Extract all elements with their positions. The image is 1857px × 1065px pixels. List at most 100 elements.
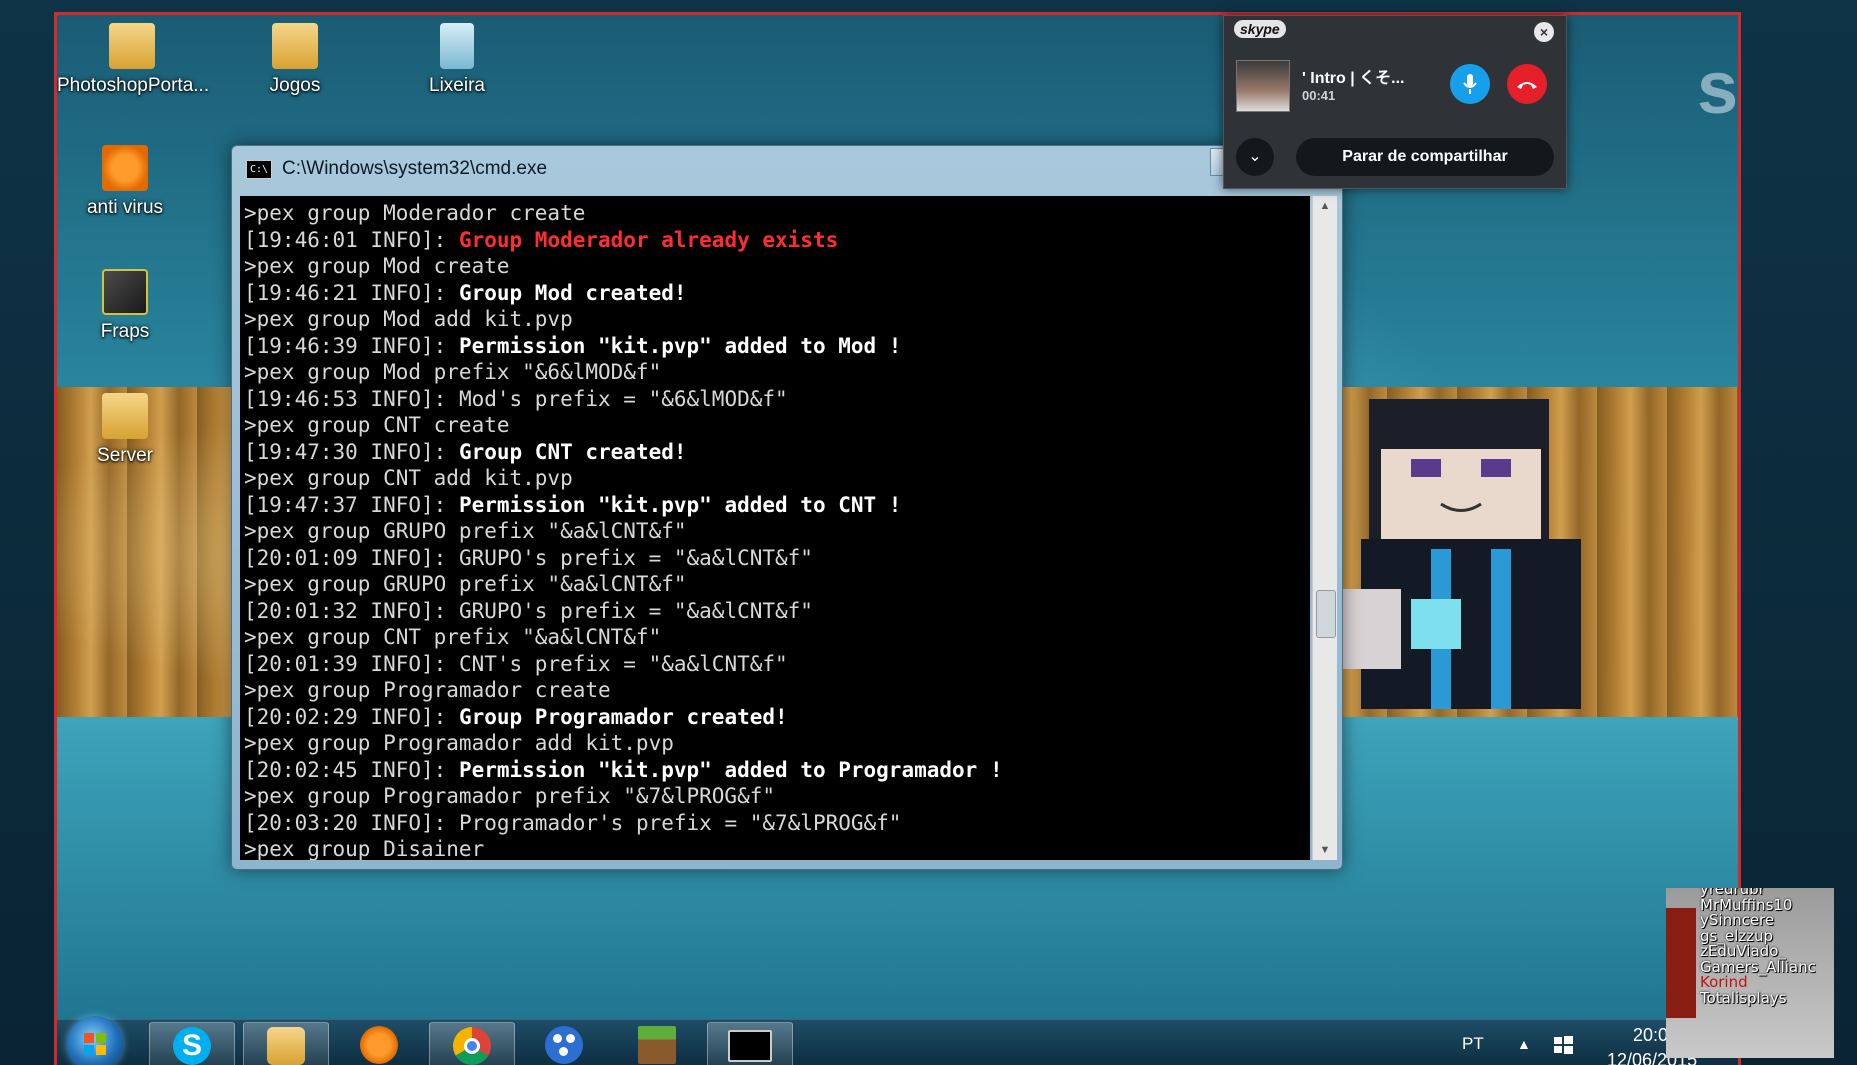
taskbar-avast[interactable] (337, 1022, 421, 1065)
console-line: [19:46:53 INFO]: Mod's prefix = "&6&lMOD… (244, 386, 1310, 413)
console-text: >pex group CNT add kit.pvp (244, 466, 573, 490)
desktop-icon-fraps[interactable]: Fraps (65, 269, 185, 343)
console-text: >pex group Programador create (244, 678, 611, 702)
console-line: >pex group Programador prefix "&7&lPROG&… (244, 783, 1310, 810)
desktop-icon-jogos[interactable]: Jogos (220, 23, 370, 97)
taskbar: S PT ▲ 20:0 12/06/2015 (57, 1016, 1738, 1065)
avast-icon (360, 1026, 398, 1064)
mute-button[interactable] (1450, 64, 1490, 104)
console-line: [19:47:30 INFO]: Group CNT created! (244, 439, 1310, 466)
desktop-icon-photoshop[interactable]: PhotoshopPorta... (57, 23, 209, 97)
cmd-title: C:\Windows\system32\cmd.exe (282, 158, 548, 179)
console-timestamp: [19:46:01 INFO]: (244, 227, 459, 252)
console-line: [20:02:45 INFO]: Permission "kit.pvp" ad… (244, 757, 1310, 784)
console-text: >pex group Moderador create (244, 201, 586, 225)
stop-sharing-button[interactable]: Parar de compartilhar (1296, 138, 1554, 176)
desktop-icon-server[interactable]: Server (65, 393, 185, 467)
fraps-icon (102, 269, 148, 315)
desktop-icon-lixeira[interactable]: Lixeira (382, 23, 532, 97)
desktop-icon-label: Lixeira (429, 75, 485, 96)
console-line: [20:01:39 INFO]: CNT's prefix = "&a&lCNT… (244, 651, 1310, 678)
console-line: [20:02:29 INFO]: Group Programador creat… (244, 704, 1310, 731)
console-line: [19:46:39 INFO]: Permission "kit.pvp" ad… (244, 333, 1310, 360)
console-line: >pex group Programador add kit.pvp (244, 730, 1310, 757)
console-text: >pex group Disainer (244, 837, 485, 860)
console-text: CNT's prefix = "&a&lCNT&f" (458, 651, 788, 676)
skype-logo: skype (1234, 20, 1286, 38)
skype-call-panel: skype × ' Intro | くそ... 00:41 ⌄ Parar de… (1223, 15, 1567, 189)
console-output[interactable]: >pex group Moderador create [19:46:01 INF… (240, 196, 1310, 860)
avatar (1236, 60, 1290, 112)
console-timestamp: [20:01:32 INFO]: (244, 598, 459, 623)
console-timestamp: [19:47:37 INFO]: (244, 492, 459, 517)
console-text: Group Moderador already exists (458, 227, 839, 252)
console-timestamp: [19:46:53 INFO]: (244, 386, 459, 411)
taskbar-cmd[interactable] (707, 1022, 793, 1065)
console-text: Group Programador created! (458, 704, 788, 729)
scroll-thumb[interactable] (1316, 590, 1336, 638)
console-timestamp: [20:02:45 INFO]: (244, 757, 459, 782)
scroll-down-icon[interactable]: ▼ (1313, 840, 1337, 860)
recycle-bin-icon (440, 23, 474, 69)
folder-icon (109, 23, 155, 69)
hang-up-button[interactable] (1507, 64, 1547, 104)
console-timestamp: [20:01:09 INFO]: (244, 545, 459, 570)
taskbar-skype[interactable]: S (149, 1022, 235, 1065)
console-line: >pex group CNT add kit.pvp (244, 465, 1310, 492)
tray-expand-icon[interactable]: ▲ (1517, 1036, 1531, 1052)
start-button[interactable] (67, 1016, 123, 1065)
console-text: GRUPO's prefix = "&a&lCNT&f" (458, 598, 813, 623)
desktop-icon-label: Server (97, 445, 153, 466)
chevron-down-icon[interactable]: ⌄ (1236, 138, 1274, 176)
scroll-up-icon[interactable]: ▲ (1313, 196, 1337, 216)
console-text: Group CNT created! (458, 439, 687, 464)
console-timestamp: [20:03:20 INFO]: (244, 810, 459, 835)
console-text: Group Mod created! (458, 280, 687, 305)
close-icon[interactable]: × (1534, 22, 1554, 42)
skype-watermark: skype (1697, 46, 1738, 129)
viewer-list: yredrubr MrMuffins10 ySinncere gs_elzzup zEd… (1700, 888, 1816, 1006)
windows-logo-icon (84, 1033, 106, 1055)
console-timestamp: [19:46:21 INFO]: (244, 280, 459, 305)
folder-icon (272, 23, 318, 69)
stage: skype PhotoshopPorta... Jogos Lixeira an… (0, 0, 1857, 1065)
skype-icon: S (173, 1027, 211, 1065)
language-indicator[interactable]: PT (1462, 1034, 1484, 1054)
cmd-window[interactable]: C:\ C:\Windows\system32\cmd.exe >pex gro… (231, 145, 1344, 870)
console-text: GRUPO's prefix = "&a&lCNT&f" (458, 545, 813, 570)
console-text: Programador's prefix = "&7&lPROG&f" (458, 810, 902, 835)
explorer-icon (267, 1027, 305, 1065)
console-timestamp: [19:47:30 INFO]: (244, 439, 459, 464)
taskbar-minecraft[interactable] (615, 1022, 699, 1065)
console-timestamp: [19:46:39 INFO]: (244, 333, 459, 358)
console-line: >pex group GRUPO prefix "&a&lCNT&f" (244, 518, 1310, 545)
console-text: >pex group Programador prefix "&7&lPROG&… (244, 784, 776, 808)
desktop-icon-label: anti virus (86, 197, 164, 218)
desktop-icon-antivirus[interactable]: anti virus (65, 145, 185, 219)
taskbar-app-circles[interactable] (522, 1022, 606, 1065)
console-line: >pex group Mod create (244, 253, 1310, 280)
clock-time[interactable]: 20:0 (1633, 1025, 1668, 1046)
action-center-flag-icon[interactable] (1552, 1034, 1574, 1056)
console-scrollbar[interactable]: ▲ ▼ (1312, 196, 1337, 860)
console-line: >pex group GRUPO prefix "&a&lCNT&f" (244, 571, 1310, 598)
cmd-icon: C:\ (246, 159, 272, 179)
taskbar-chrome[interactable] (429, 1022, 515, 1065)
console-line: >pex group Mod prefix "&6&lMOD&f" (244, 359, 1310, 386)
taskbar-explorer[interactable] (243, 1022, 329, 1065)
stream-chat-overlay: yredrubr MrMuffins10 ySinncere gs_elzzup zEd… (1666, 888, 1834, 1058)
minecraft-character-art (1341, 399, 1581, 709)
cmd-titlebar[interactable]: C:\ C:\Windows\system32\cmd.exe (246, 155, 547, 183)
console-text: >pex group Programador add kit.pvp (244, 731, 674, 755)
console-text: Permission "kit.pvp" added to Mod ! (458, 333, 902, 358)
cmd-taskbar-icon (728, 1030, 772, 1062)
console-text: >pex group GRUPO prefix "&a&lCNT&f" (244, 519, 687, 543)
console-line: >pex group CNT create (244, 412, 1310, 439)
viewer-name: Totalisplays (1700, 988, 1787, 1007)
console-line: [19:47:37 INFO]: Permission "kit.pvp" ad… (244, 492, 1310, 519)
desktop-icon-label: Fraps (100, 321, 150, 342)
console-line: >pex group CNT prefix "&a&lCNT&f" (244, 624, 1310, 651)
console-line: >pex group Disainer (244, 836, 1310, 860)
console-text: >pex group Mod prefix "&6&lMOD&f" (244, 360, 662, 384)
phone-hangup-icon (1517, 82, 1537, 89)
